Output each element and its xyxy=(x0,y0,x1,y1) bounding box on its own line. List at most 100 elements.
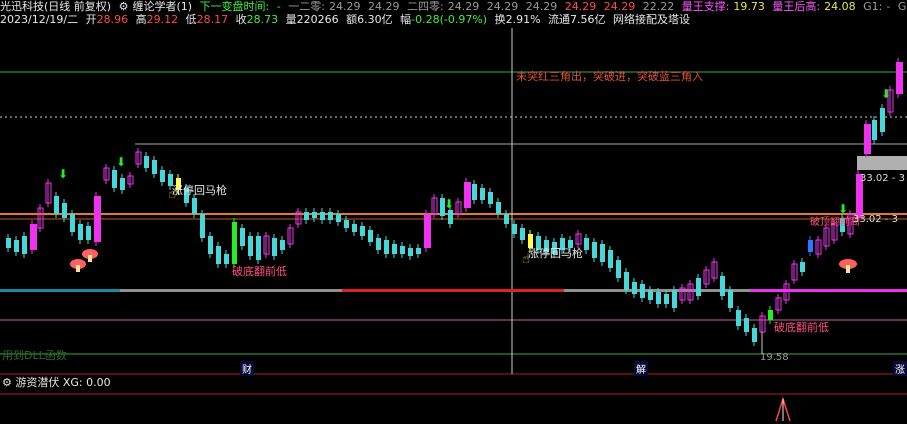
stock-title[interactable]: 光迅科技(日线 前复权) xyxy=(0,0,111,14)
amt-label: 额 xyxy=(346,13,358,26)
price-box-label-2: 33.02 - 3 xyxy=(853,214,898,225)
chg-value: -0.28(-0.97%) xyxy=(411,13,488,26)
candle-body xyxy=(208,236,213,254)
band-segment-magenta xyxy=(750,289,907,292)
network-text: 网络接配及塔设 xyxy=(613,13,691,26)
candle-body xyxy=(640,284,645,298)
candle-body xyxy=(240,228,245,246)
candle-body xyxy=(720,276,725,296)
candle-body xyxy=(14,240,19,252)
item-value-1: 24.29 xyxy=(367,0,400,13)
candle-body xyxy=(696,278,701,296)
band-segment-teal xyxy=(0,289,120,292)
candle-body xyxy=(368,230,373,242)
low-value: 28.17 xyxy=(196,13,229,26)
break-low-annotation: 破底翻前低 xyxy=(232,265,287,278)
candle-body xyxy=(400,246,405,254)
mushroom-icon xyxy=(82,249,98,262)
price-box-shade xyxy=(857,156,907,170)
vol-label: 量 xyxy=(285,13,297,26)
mushroom-icon xyxy=(839,259,857,273)
candle-body xyxy=(632,282,637,294)
candle-body xyxy=(728,290,733,308)
item-value-5: 24.29 xyxy=(564,0,597,13)
candles-group xyxy=(6,58,903,346)
candle-body xyxy=(6,238,11,248)
kline-chart[interactable]: ⬇ ⬇ ⬇ ⬇ ⬇ ☝ ☝ xyxy=(0,28,907,424)
candle-body xyxy=(768,310,773,320)
candle-body xyxy=(480,188,485,200)
candle-body xyxy=(152,160,157,174)
vol-value: 220266 xyxy=(296,13,339,26)
dll-label: 用到DLL函数 xyxy=(2,349,67,362)
indicator-name[interactable]: 缠论学者(1) xyxy=(132,0,192,14)
chg-label: 幅 xyxy=(400,13,412,26)
turn-label: 换 xyxy=(494,13,506,26)
item-value-4: 24.29 xyxy=(525,0,558,13)
candle-body xyxy=(120,178,125,190)
candle-body xyxy=(624,272,629,290)
rear-high-value: 24.08 xyxy=(824,0,856,13)
candle-body xyxy=(424,214,431,248)
g2-label: G2: xyxy=(897,0,907,13)
candle-body xyxy=(144,156,149,168)
candle-body xyxy=(232,222,237,264)
next-change-label: 下一变盘时间: xyxy=(199,0,270,13)
turn-value: 2.91% xyxy=(505,13,541,26)
buy-arrow-icon: ⬇ xyxy=(444,197,454,211)
close-label: 收 xyxy=(235,13,247,26)
candle-body xyxy=(54,196,59,214)
finance-marker[interactable]: 财 xyxy=(240,361,254,376)
g1-label: G1: xyxy=(863,0,883,13)
g1-value: - xyxy=(886,0,891,13)
float-label: 流通 xyxy=(548,13,571,26)
candle-body xyxy=(472,184,477,200)
candle-body xyxy=(86,226,91,240)
candle-body xyxy=(200,214,205,238)
candle-body xyxy=(192,198,197,214)
candle-body xyxy=(22,236,27,254)
candle-body xyxy=(616,260,621,278)
open-value: 28.96 xyxy=(96,13,129,26)
quote-info-bar: 2023/12/19/二 开28.96 高29.12 低28.17 收28.73… xyxy=(0,13,694,27)
item-value-0: 24.29 xyxy=(328,0,361,13)
candle-body xyxy=(384,240,389,254)
candle-body xyxy=(320,212,325,220)
candle-body xyxy=(896,62,903,94)
candle-body xyxy=(94,196,101,242)
candle-body xyxy=(808,240,813,252)
item-label-2: 二四零: xyxy=(406,0,444,13)
candle-body xyxy=(30,224,37,250)
settings-icon[interactable]: ⚙ xyxy=(2,376,12,389)
item-value-7: 22.22 xyxy=(642,0,675,13)
limit-up-annotation: 涨停回马枪 xyxy=(528,247,583,260)
candle-body xyxy=(416,248,421,254)
xg-label: XG: xyxy=(62,376,83,389)
limit-up-marker[interactable]: 涨 xyxy=(893,361,907,376)
candle-body xyxy=(592,242,597,258)
candle-body xyxy=(512,224,517,234)
candle-body xyxy=(376,238,381,250)
candle-body xyxy=(256,236,261,260)
support-label: 量王支撑: xyxy=(681,0,730,13)
buy-arrow-icon: ⬇ xyxy=(116,155,126,169)
settings-icon[interactable]: ⚙ xyxy=(119,0,129,14)
candle-body xyxy=(584,238,589,250)
candle-body xyxy=(304,212,309,220)
candle-body xyxy=(672,290,677,308)
price-box-label: 33.02 - 3 xyxy=(860,173,905,184)
unlock-marker[interactable]: 解 xyxy=(634,361,648,376)
candle-body xyxy=(504,214,509,224)
band-segment-gray xyxy=(120,289,342,292)
candle-body xyxy=(160,170,165,182)
high-label: 高 xyxy=(135,13,147,26)
candle-body xyxy=(248,236,253,256)
next-change-value: - xyxy=(276,0,281,13)
candle-body xyxy=(224,254,229,264)
support-value: 19.73 xyxy=(733,0,765,13)
candle-body xyxy=(520,228,525,240)
header-bar: 光迅科技(日线 前复权) ⚙ 缠论学者(1) 下一变盘时间: - 一二零: 24.2… xyxy=(0,0,907,14)
item-value-6: 24.29 xyxy=(603,0,636,13)
sub-indicator-name[interactable]: 游资潜伏 xyxy=(15,376,59,389)
item-value-3: 24.29 xyxy=(486,0,519,13)
